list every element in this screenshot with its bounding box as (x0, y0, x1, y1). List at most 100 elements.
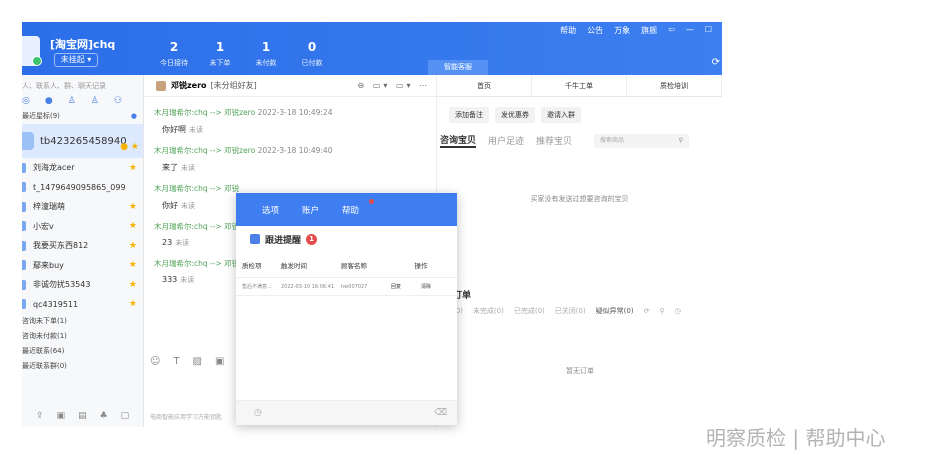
account-menu[interactable]: 账户 (302, 204, 319, 216)
right-tabs: 首页 千牛工单 质检培训 (437, 75, 722, 97)
tab-smart-service[interactable]: 智能客服 (428, 60, 488, 75)
shop-icon[interactable]: ♣ (100, 411, 108, 421)
filter-complete[interactable]: 已完成(0) (514, 306, 545, 316)
filter-abnormal[interactable]: 疑似异常(0) (596, 306, 634, 316)
login-status-dropdown[interactable]: 未挂起 ▾ (54, 53, 98, 67)
sidebar-icon-row: ◎ ● ♙ ♙ ⚇ (22, 93, 143, 109)
stat-paid[interactable]: 0 已付款 (292, 40, 332, 68)
contact-sidebar: 人、联系人、群、聊天记录 ◎ ● ♙ ♙ ⚇ 最近星标(9) ● tb42326… (22, 75, 144, 427)
sidebar-section[interactable]: 咨询未下单(1) (22, 314, 143, 329)
help-menu[interactable]: 帮助 (342, 204, 359, 216)
search-orders-icon[interactable]: ⚲ (659, 307, 664, 315)
star-icon: ★ (128, 221, 137, 232)
tab-user-footprint[interactable]: 用户足迹 (488, 134, 524, 147)
star-icon: ★ (128, 279, 137, 290)
sidebar-section[interactable]: 最近联系(64) (22, 344, 143, 359)
star-icon: ★ (128, 240, 137, 251)
emoji-icon[interactable]: ☺ (150, 356, 160, 367)
avatar (22, 182, 26, 193)
list-item[interactable]: t_1479649095865_099 (22, 178, 143, 198)
list-item[interactable]: 刘海龙acer ★ (22, 158, 143, 178)
chat-header-tools[interactable]: ⊖ ▭▾ ▭▾ ⋯ (358, 81, 430, 90)
video-icon[interactable]: ▣ (215, 356, 224, 367)
sidebar-bottom-tools: ⇪ ▣ ▤ ♣ ▢ (36, 411, 129, 421)
back-icon[interactable]: ⇦ (668, 25, 675, 36)
avatar (22, 279, 26, 290)
avatar (22, 132, 34, 150)
filter-incomplete[interactable]: 未完成(0) (473, 306, 504, 316)
chat-input-toolbar: ☺ T ▨ ▣ (150, 356, 224, 367)
online-status-icon (32, 56, 42, 66)
refresh-icon[interactable]: ⟳ (712, 57, 720, 68)
avatar (156, 80, 166, 91)
refresh-orders-icon[interactable]: ⟳ (644, 307, 650, 315)
reminder-icon (250, 234, 260, 244)
flagship-menu[interactable]: 旗舰 (641, 25, 657, 36)
save-icon[interactable]: ▣ (57, 411, 66, 421)
tab-work-order[interactable]: 千牛工单 (532, 75, 627, 96)
chat-footer-text: 电商智能应用学习万能钥匙 (150, 414, 223, 421)
recent-starred-group[interactable]: 最近星标(9) ● (22, 109, 143, 124)
active-contact[interactable]: tb423265458940 ● ★ (22, 124, 143, 158)
filter-closed[interactable]: 已关闭(0) (555, 306, 586, 316)
wanxiang-menu[interactable]: 万象 (614, 25, 630, 36)
reply-button[interactable]: 回复 (391, 283, 421, 290)
options-menu[interactable]: 选项 (262, 204, 279, 216)
chat-contact-group: [未分组好友] (210, 81, 257, 90)
avatar (22, 201, 26, 212)
window-menu: 帮助 公告 万象 旗舰 ⇦ — ☐ (560, 25, 712, 36)
product-search-input[interactable]: 搜索商品 ⚲ (594, 133, 690, 148)
tab-recommended[interactable]: 推荐宝贝 (536, 134, 572, 147)
star-icon: ★ (128, 299, 137, 310)
stat-no-order[interactable]: 1 未下单 (200, 40, 240, 68)
follow-up-dialog: 选项 账户 帮助 跟进提醒 1 质检项 触发时间 顾客名称 操作 售后不满意..… (236, 193, 457, 425)
chat-message: 木月瑞希尔:chq --> 邓锐zero 2022-3-18 10:49:24 … (154, 108, 333, 134)
list-item[interactable]: qc4319511 ★ (22, 295, 143, 315)
add-note-button[interactable]: 添加备注 (449, 107, 489, 123)
stat-unpaid[interactable]: 1 未付款 (246, 40, 286, 68)
stat-today-reception[interactable]: 2 今日接待 (154, 40, 194, 68)
chat-icon[interactable]: ◎ (22, 96, 30, 106)
avatar (22, 260, 26, 271)
group-icon[interactable]: ♙ (91, 96, 99, 106)
minimize-icon[interactable]: — (686, 25, 694, 36)
tab-qc-training[interactable]: 质检培训 (627, 75, 722, 96)
notice-menu[interactable]: 公告 (587, 25, 603, 36)
dialog-title: 跟进提醒 1 (236, 226, 457, 252)
star-icon: ● ★ (120, 142, 139, 152)
invite-group-button[interactable]: 邀请入群 (541, 107, 581, 123)
tab-inquiry-product[interactable]: 咨询宝贝 (440, 133, 477, 148)
contacts-icon[interactable]: ♙ (68, 96, 76, 106)
org-icon[interactable]: ⚇ (114, 96, 122, 106)
sidebar-section[interactable]: 咨询未付款(1) (22, 329, 143, 344)
history-icon[interactable]: ◷ (675, 307, 681, 315)
recent-icon[interactable]: ● (45, 96, 53, 106)
image-icon[interactable]: ▨ (193, 356, 202, 367)
avatar (22, 162, 26, 173)
no-orders-text: 暂无订单 (566, 367, 594, 375)
note-icon[interactable]: ▤ (78, 411, 87, 421)
list-item[interactable]: 非诚勿扰53543 ★ (22, 275, 143, 295)
customer-actions: 添加备注 发优惠券 邀请入群 (437, 97, 722, 123)
list-item[interactable]: 梓潼瑞萌 ★ (22, 197, 143, 217)
upload-icon[interactable]: ⇪ (36, 411, 44, 421)
list-item[interactable]: 鄢来buy ★ (22, 256, 143, 276)
send-coupon-button[interactable]: 发优惠券 (495, 107, 535, 123)
contact-search-input[interactable]: 人、联系人、群、聊天记录 (22, 75, 143, 93)
window-icon[interactable]: ▢ (121, 411, 130, 421)
account-title: [淘宝网]chq (50, 38, 116, 51)
tab-home[interactable]: 首页 (437, 75, 532, 96)
clear-button[interactable]: 清除 (421, 283, 451, 290)
notification-dot (369, 199, 374, 204)
help-menu[interactable]: 帮助 (560, 25, 576, 36)
maximize-icon[interactable]: ☐ (705, 25, 712, 36)
list-item[interactable]: 小宏v ★ (22, 217, 143, 237)
clock-icon[interactable]: ◷ (254, 408, 262, 418)
sidebar-section[interactable]: 最近联系群(0) (22, 359, 143, 374)
text-format-icon[interactable]: T (173, 356, 179, 367)
table-row: 售后不满意... 2022-03-10 16:06:41 hw007027 回复… (236, 278, 457, 296)
clear-all-icon[interactable]: ⌫ (434, 408, 447, 418)
star-icon: ★ (128, 162, 137, 173)
list-item[interactable]: 我要买东西812 ★ (22, 236, 143, 256)
dialog-menu: 选项 账户 帮助 (236, 193, 457, 226)
